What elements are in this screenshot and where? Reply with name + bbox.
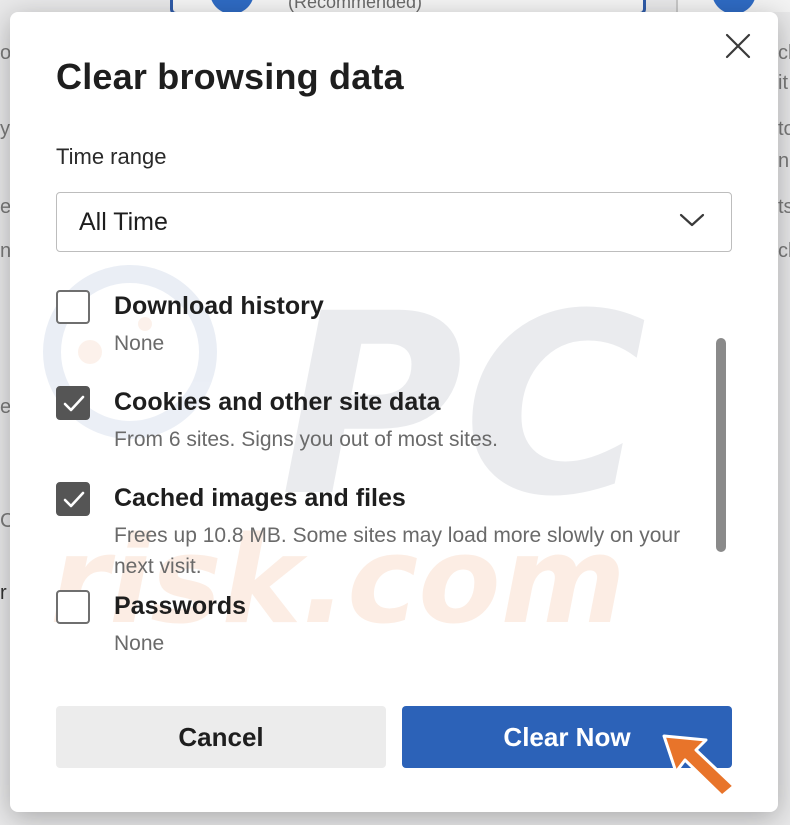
download-history-checkbox[interactable] bbox=[56, 290, 90, 324]
time-range-label: Time range bbox=[56, 144, 167, 169]
close-icon bbox=[725, 33, 751, 59]
item-label: Cookies and other site data bbox=[114, 388, 441, 416]
item-label: Download history bbox=[114, 292, 324, 320]
background-text-fragment: n bbox=[778, 150, 790, 172]
chevron-down-icon bbox=[679, 213, 705, 227]
item-label: Passwords bbox=[114, 592, 247, 620]
item-description: Frees up 10.8 MB. Some sites may load mo… bbox=[114, 524, 681, 578]
time-range-select[interactable]: All Time bbox=[56, 192, 732, 252]
cancel-button[interactable]: Cancel bbox=[56, 706, 386, 768]
background-text-fragment: it bbox=[778, 72, 788, 94]
cached-images-checkbox[interactable] bbox=[56, 482, 90, 516]
checkmark-icon bbox=[63, 491, 85, 508]
dialog-title: Clear browsing data bbox=[56, 56, 404, 97]
background-text-fragment: to bbox=[778, 118, 790, 140]
background-text-fragment: ts bbox=[778, 196, 790, 218]
list-scrollbar[interactable] bbox=[716, 338, 726, 552]
clear-browsing-data-dialog: PC risk.com Clear browsing data Time ran… bbox=[10, 12, 778, 812]
background-text-fragment: ck bbox=[778, 240, 790, 262]
close-button[interactable] bbox=[720, 28, 756, 64]
time-range-value: All Time bbox=[79, 208, 168, 236]
background-text-fragment: y bbox=[0, 118, 10, 140]
item-label: Cached images and files bbox=[114, 484, 406, 512]
cookies-checkbox[interactable] bbox=[56, 386, 90, 420]
background-text-fragment: r bbox=[0, 582, 7, 604]
item-description: From 6 sites. Signs you out of most site… bbox=[114, 428, 498, 451]
passwords-checkbox[interactable] bbox=[56, 590, 90, 624]
checkmark-icon bbox=[63, 395, 85, 412]
data-type-list[interactable]: Download history None Cookies and other … bbox=[10, 274, 778, 674]
item-description: None bbox=[114, 332, 165, 355]
clear-now-button[interactable]: Clear Now bbox=[402, 706, 732, 768]
background-text-fragment: ck bbox=[778, 42, 790, 64]
item-description: None bbox=[114, 632, 165, 655]
